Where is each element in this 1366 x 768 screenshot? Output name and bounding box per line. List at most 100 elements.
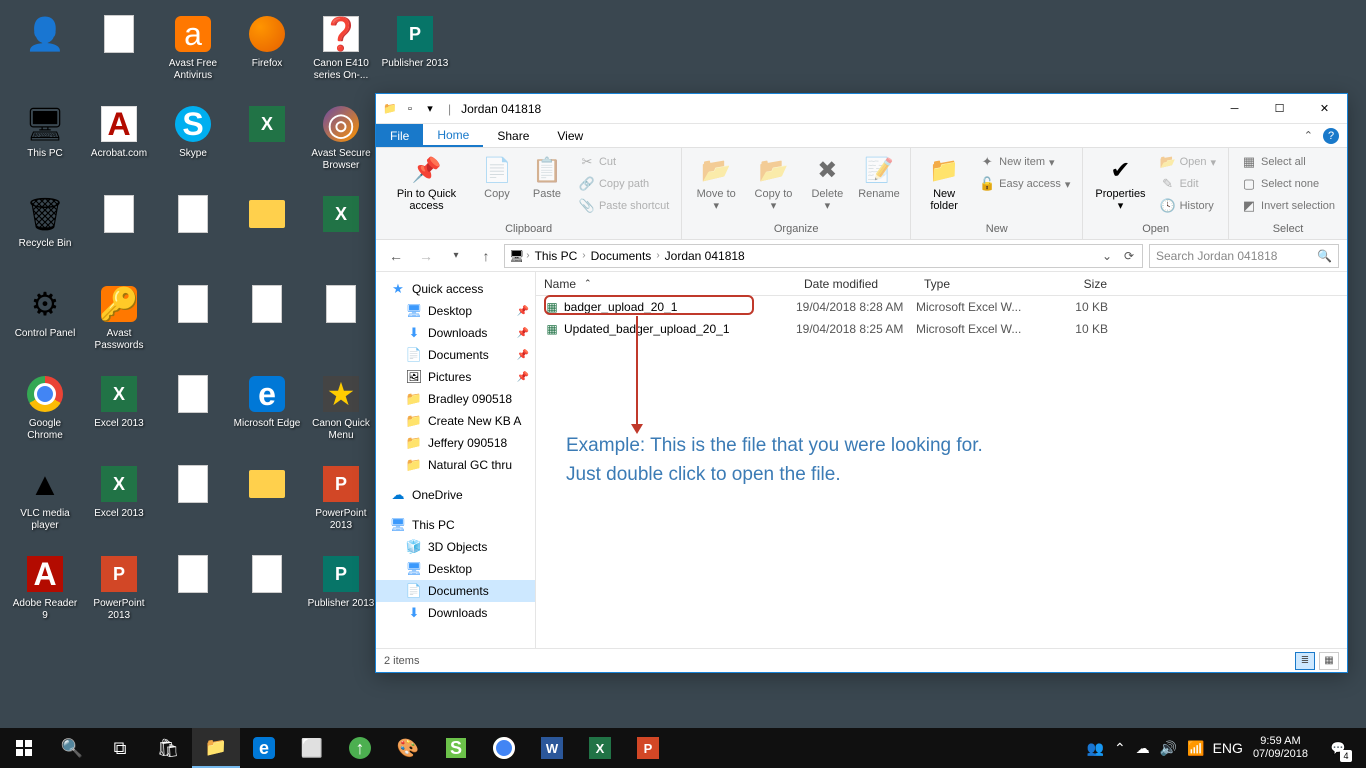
copy-button[interactable]: 📄Copy xyxy=(475,152,519,202)
desktop-icon[interactable]: PPowerPoint 2013 xyxy=(82,548,156,638)
open-button[interactable]: 📂Open ▾ xyxy=(1156,152,1220,172)
edge-taskbar[interactable]: e xyxy=(240,728,288,768)
column-headers[interactable]: Name⌃ Date modified Type Size xyxy=(536,272,1347,296)
properties-button[interactable]: ✔Properties ▾ xyxy=(1091,152,1149,214)
navigation-pane[interactable]: ★Quick access 🖥Desktop📌 ⬇Downloads📌 📄Doc… xyxy=(376,272,536,648)
desktop-icon[interactable] xyxy=(230,278,304,368)
desktop-icon[interactable] xyxy=(230,188,304,278)
desktop-icon[interactable]: 🗑Recycle Bin xyxy=(8,188,82,278)
column-size[interactable]: Size xyxy=(1036,277,1116,291)
up-button[interactable]: ↑ xyxy=(474,244,498,268)
nav-3d-objects[interactable]: 🧊3D Objects xyxy=(376,536,535,558)
search-button[interactable]: 🔍 xyxy=(48,728,96,768)
nav-this-pc[interactable]: 🖥This PC xyxy=(376,514,535,536)
nav-folder[interactable]: 📁Jeffery 090518 xyxy=(376,432,535,454)
desktop-icon[interactable]: X xyxy=(230,98,304,188)
tab-view[interactable]: View xyxy=(543,124,597,147)
quick-access-toolbar[interactable]: 📁 ▫ ▾ xyxy=(382,101,438,117)
volume-icon[interactable]: 🔊 xyxy=(1160,740,1177,757)
nav-onedrive[interactable]: ☁OneDrive xyxy=(376,484,535,506)
desktop-icon[interactable]: AAdobe Reader 9 xyxy=(8,548,82,638)
maximize-button[interactable]: ☐ xyxy=(1257,94,1302,124)
paste-shortcut-button[interactable]: 📎Paste shortcut xyxy=(575,196,673,216)
desktop-icon[interactable]: 🖥This PC xyxy=(8,98,82,188)
nav-desktop[interactable]: 🖥Desktop📌 xyxy=(376,300,535,322)
desktop-icon[interactable] xyxy=(230,548,304,638)
nav-folder[interactable]: 📁Natural GC thru xyxy=(376,454,535,476)
desktop-icon[interactable] xyxy=(156,188,230,278)
nav-downloads[interactable]: ⬇Downloads📌 xyxy=(376,322,535,344)
desktop-icon[interactable] xyxy=(230,458,304,548)
tab-home[interactable]: Home xyxy=(423,124,483,147)
system-tray[interactable]: 👥 ⌃ ☁ 🔊 📶 ENG 9:59 AM 07/09/2018 💬 4 xyxy=(1079,728,1366,768)
app-taskbar[interactable]: S xyxy=(432,728,480,768)
easy-access-button[interactable]: 🔓Easy access ▾ xyxy=(975,174,1074,194)
desktop-icon[interactable]: 👤 xyxy=(8,8,82,98)
chevron-up-icon[interactable]: ⌃ xyxy=(1114,740,1126,757)
app-taskbar[interactable]: ⬜ xyxy=(288,728,336,768)
desktop-icon[interactable]: X xyxy=(304,188,378,278)
new-item-button[interactable]: ✦New item ▾ xyxy=(975,152,1074,172)
desktop-icon[interactable]: aAvast Free Antivirus xyxy=(156,8,230,98)
pin-to-quick-access-button[interactable]: 📌Pin to Quick access xyxy=(384,152,469,214)
desktop-icon[interactable] xyxy=(156,548,230,638)
invert-selection-button[interactable]: ◩Invert selection xyxy=(1237,196,1339,216)
desktop-icon[interactable]: ❓Canon E410 series On-... xyxy=(304,8,378,98)
breadcrumb-item[interactable]: Documents xyxy=(588,249,655,263)
notifications-button[interactable]: 💬 4 xyxy=(1318,728,1358,768)
desktop-icon[interactable] xyxy=(82,8,156,98)
onedrive-tray-icon[interactable]: ☁ xyxy=(1136,740,1150,757)
desktop-icon[interactable]: XExcel 2013 xyxy=(82,458,156,548)
desktop-icon[interactable]: Google Chrome xyxy=(8,368,82,458)
wifi-icon[interactable]: 📶 xyxy=(1187,740,1202,757)
tab-share[interactable]: Share xyxy=(483,124,543,147)
desktop-icon[interactable]: ▲VLC media player xyxy=(8,458,82,548)
nav-folder[interactable]: 📁Bradley 090518 xyxy=(376,388,535,410)
desktop-icon[interactable]: AAcrobat.com xyxy=(82,98,156,188)
search-input[interactable]: Search Jordan 041818 🔍 xyxy=(1149,244,1339,268)
column-date[interactable]: Date modified xyxy=(796,277,916,291)
desktop-icon[interactable] xyxy=(304,278,378,368)
delete-button[interactable]: ✖Delete ▾ xyxy=(805,152,850,214)
qat-icon[interactable]: ▫ xyxy=(402,101,418,117)
view-details-button[interactable]: ≣ xyxy=(1295,652,1315,670)
forward-button[interactable]: → xyxy=(414,244,438,268)
nav-documents-pc[interactable]: 📄Documents xyxy=(376,580,535,602)
new-folder-button[interactable]: 📁New folder xyxy=(919,152,969,214)
copy-path-button[interactable]: 🔗Copy path xyxy=(575,174,673,194)
clock[interactable]: 9:59 AM 07/09/2018 xyxy=(1253,735,1308,761)
desktop-icon[interactable]: PPublisher 2013 xyxy=(304,548,378,638)
breadcrumb[interactable]: 🖥 › This PC › Documents › Jordan 041818 … xyxy=(504,244,1143,268)
collapse-ribbon-icon[interactable]: ⌃ xyxy=(1304,129,1313,142)
nav-folder[interactable]: 📁Create New KB A xyxy=(376,410,535,432)
recent-dropdown[interactable]: ▾ xyxy=(444,244,468,268)
file-row[interactable]: ▦Updated_badger_upload_20_1 19/04/2018 8… xyxy=(536,318,1347,340)
excel-taskbar[interactable]: X xyxy=(576,728,624,768)
history-button[interactable]: 🕓History xyxy=(1156,196,1220,216)
taskbar[interactable]: 🔍 ⧉ 🛍 📁 e ⬜ ↑ 🎨 S W X P 👥 ⌃ ☁ 🔊 📶 ENG 9:… xyxy=(0,728,1366,768)
select-none-button[interactable]: ▢Select none xyxy=(1237,174,1339,194)
nav-desktop-pc[interactable]: 🖥Desktop xyxy=(376,558,535,580)
desktop-icon[interactable]: eMicrosoft Edge xyxy=(230,368,304,458)
desktop-icon[interactable]: PPowerPoint 2013 xyxy=(304,458,378,548)
store-button[interactable]: 🛍 xyxy=(144,728,192,768)
move-to-button[interactable]: 📂Move to ▾ xyxy=(690,152,742,214)
column-name[interactable]: Name⌃ xyxy=(536,277,796,291)
nav-quick-access[interactable]: ★Quick access xyxy=(376,278,535,300)
file-explorer-taskbar[interactable]: 📁 xyxy=(192,728,240,768)
app-taskbar[interactable]: ↑ xyxy=(336,728,384,768)
view-icons-button[interactable]: ▦ xyxy=(1319,652,1339,670)
task-view-button[interactable]: ⧉ xyxy=(96,728,144,768)
rename-button[interactable]: 📝Rename xyxy=(856,152,902,202)
edit-button[interactable]: ✎Edit xyxy=(1156,174,1220,194)
chrome-taskbar[interactable] xyxy=(480,728,528,768)
select-all-button[interactable]: ▦Select all xyxy=(1237,152,1339,172)
paint-taskbar[interactable]: 🎨 xyxy=(384,728,432,768)
desktop-icon[interactable] xyxy=(156,458,230,548)
language-indicator[interactable]: ENG xyxy=(1213,740,1243,756)
nav-documents[interactable]: 📄Documents📌 xyxy=(376,344,535,366)
file-row[interactable]: ▦badger_upload_20_1 19/04/2018 8:28 AM M… xyxy=(536,296,1347,318)
close-button[interactable]: ✕ xyxy=(1302,94,1347,124)
nav-pictures[interactable]: 🖼Pictures📌 xyxy=(376,366,535,388)
desktop-icon[interactable]: ★Canon Quick Menu xyxy=(304,368,378,458)
